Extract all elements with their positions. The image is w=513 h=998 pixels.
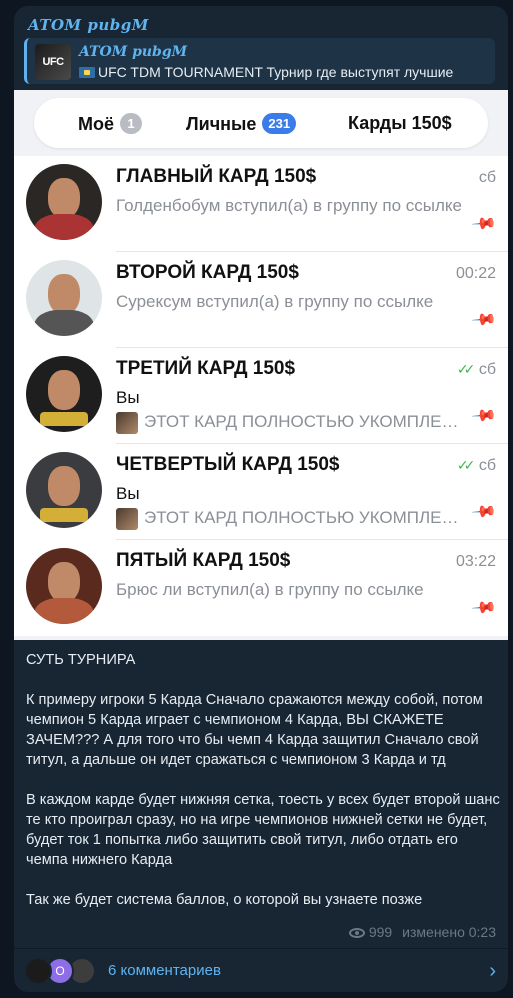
avatar [26,548,102,624]
edited-label: изменено 0:23 [402,924,496,940]
chat-time: 03:22 [456,553,496,571]
chat-title: ВТОРОЙ КАРД 150$ [116,262,299,283]
reply-text: UFC TDM TOURNAMENT Турнир где выступят л… [79,64,491,80]
view-count: 999 [368,924,393,940]
chat-preview: Брюс ли вступил(а) в группу по ссылке [116,580,424,599]
media-thumbnail [116,412,138,434]
chat-sender: Вы [116,388,140,407]
tab-cards[interactable]: Карды 150$ [348,113,452,134]
chat-preview: Сурексум вступил(а) в группу по ссылке [116,292,434,311]
chat-time: ✓✓ сб [457,361,496,379]
chat-row[interactable]: ТРЕТИЙ КАРД 150$ ✓✓ сб Вы ЭТОТ КАРД ПОЛН… [14,348,508,444]
pin-icon: 📌 [470,595,497,622]
flag-icon [79,67,95,78]
chat-preview: ЭТОТ КАРД ПОЛНОСТЬЮ УКОМПЛЕКТОВАН [144,508,464,527]
chat-row[interactable]: ЧЕТВЕРТЫЙ КАРД 150$ ✓✓ сб Вы ЭТОТ КАРД П… [14,444,508,540]
comments-label: 6 комментариев [108,962,221,979]
chat-row[interactable]: ПЯТЫЙ КАРД 150$ 03:22 Брюс ли вступил(а)… [14,540,508,636]
media-thumbnail [116,508,138,530]
avatar-face [48,562,80,602]
pin-icon: 📌 [470,403,497,430]
avatar-face [48,274,80,314]
reply-text-content: UFC TDM TOURNAMENT Турнир где выступят л… [98,64,454,80]
avatar [26,452,102,528]
chat-row[interactable]: ВТОРОЙ КАРД 150$ 00:22 Сурексум вступил(… [14,252,508,348]
reply-preview[interactable]: UFC ATOM pubgM UFC TDM TOURNAMENT Турнир… [24,38,495,84]
chat-time: сб [479,169,496,187]
tab-personal[interactable]: Личные 231 [186,113,297,135]
chat-row[interactable]: ГЛАВНЫЙ КАРД 150$ сб Голденбобум вступил… [14,156,508,252]
avatar-body [34,598,94,624]
tab-personal-label: Личные [186,114,257,134]
commenter-avatar [24,957,52,985]
chat-time-text: сб [478,457,496,474]
belt-graphic [40,412,88,426]
belt-graphic [40,508,88,522]
folder-tabs: Моё 1 Личные 231 Карды 150$ [34,98,488,148]
chat-preview: Голденбобум вступил(а) в группу по ссылк… [116,196,462,215]
tab-my-badge: 1 [120,113,142,134]
avatar [26,164,102,240]
tab-my-label: Моё [78,114,114,134]
chat-title: ЧЕТВЕРТЫЙ КАРД 150$ [116,454,340,475]
chevron-right-icon: › [489,960,496,982]
chat-title: ГЛАВНЫЙ КАРД 150$ [116,166,317,187]
avatar-body [34,214,94,240]
chat-time: 00:22 [456,265,496,283]
screenshot-image[interactable]: Моё 1 Личные 231 Карды 150$ ГЛАВНЫЙ КАРД 1… [14,90,508,640]
chat-time-text: сб [478,361,496,378]
avatar-body [34,310,94,336]
avatar-face [48,178,80,218]
message-meta: 999 изменено 0:23 [348,924,496,940]
chat-preview: ЭТОТ КАРД ПОЛНОСТЬЮ УКОМПЛЕКТОВАН [144,412,464,431]
pin-icon: 📌 [470,307,497,334]
chat-list: ГЛАВНЫЙ КАРД 150$ сб Голденбобум вступил… [14,156,508,636]
chat-time: ✓✓ сб [457,457,496,475]
tab-personal-badge: 231 [262,113,297,134]
reply-author: ATOM pubgM [79,44,188,60]
pin-icon: 📌 [470,211,497,238]
chat-time-text: 03:22 [455,553,496,570]
chat-sender: Вы [116,484,140,503]
eye-icon [348,928,365,938]
reply-thumbnail: UFC [35,44,71,80]
double-check-icon: ✓✓ [456,457,476,473]
tab-cards-label: Карды 150$ [348,113,452,133]
avatar [26,260,102,336]
chat-title: ПЯТЫЙ КАРД 150$ [116,550,291,571]
pin-icon: 📌 [470,499,497,526]
chat-title: ТРЕТИЙ КАРД 150$ [116,358,296,379]
chat-time-text: сб [478,169,496,186]
tab-my[interactable]: Моё 1 [78,113,142,135]
avatar-face [48,370,80,410]
avatar [26,356,102,432]
chat-time-text: 00:22 [455,265,496,282]
post-author[interactable]: ATOM pubgM [28,16,149,34]
message-text: СУТЬ ТУРНИРА К примеру игроки 5 Карда Сн… [26,652,500,908]
avatar-face [48,466,80,506]
channel-post: ATOM pubgM UFC ATOM pubgM UFC TDM TOURNA… [14,6,508,992]
comments-button[interactable]: O 6 комментариев › [14,949,508,992]
double-check-icon: ✓✓ [456,361,476,377]
